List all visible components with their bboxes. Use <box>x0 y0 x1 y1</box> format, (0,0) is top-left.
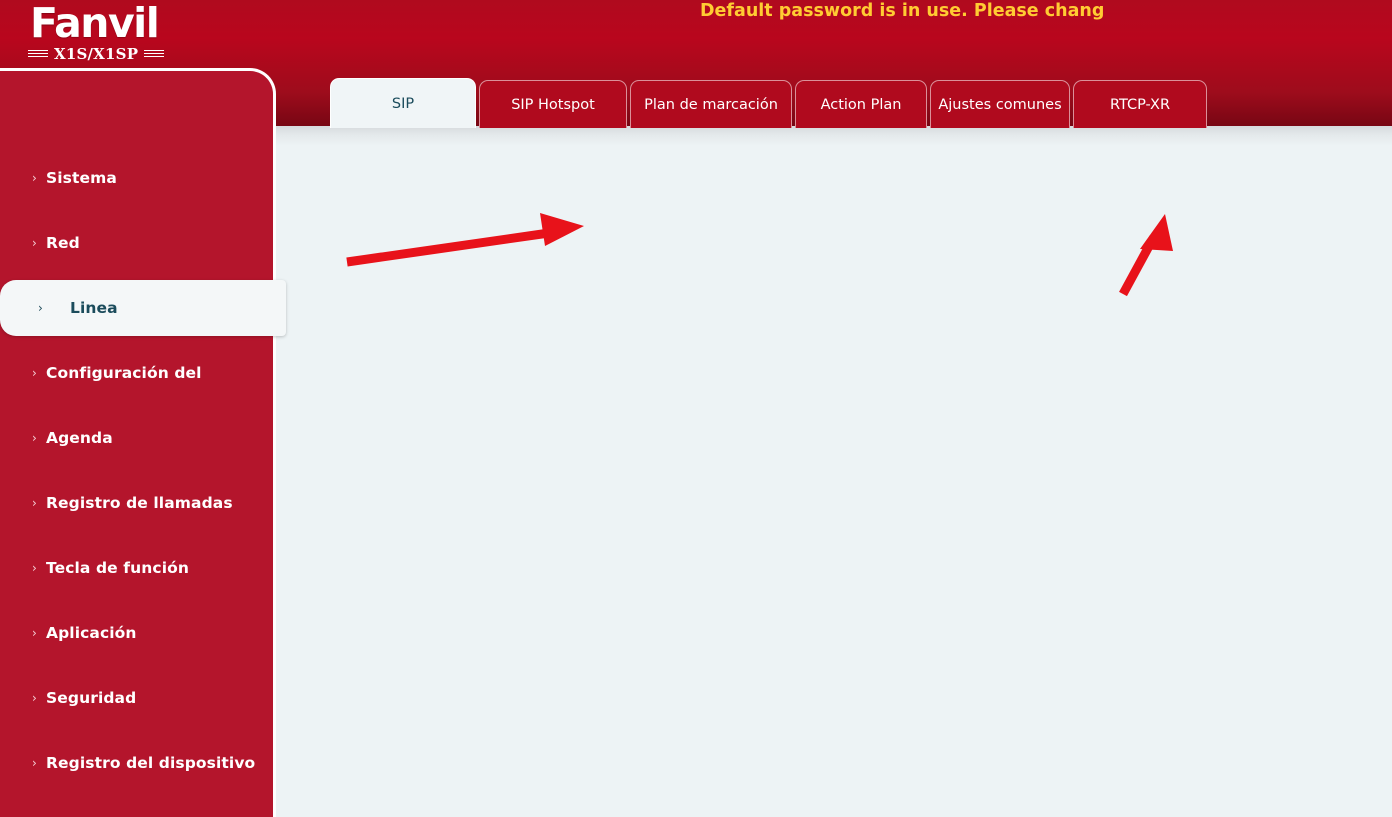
sidebar-item-registro-de-llamadas[interactable]: › Registro de llamadas <box>0 475 276 531</box>
brand-name: Fanvil <box>30 0 160 47</box>
sidebar-item-label: Registro del dispositivo <box>46 754 256 772</box>
chevron-right-icon: › <box>32 561 37 575</box>
sidebar-item-label: Seguridad <box>46 689 137 707</box>
sidebar-item-label: Tecla de función <box>46 559 189 577</box>
sidebar-item-label: Agenda <box>46 429 113 447</box>
tab-rtcp-xr[interactable]: RTCP-XR <box>1073 80 1207 128</box>
tab-label: Plan de marcación <box>644 96 778 113</box>
device-model-label: X1S/X1SP <box>54 45 139 63</box>
chevron-right-icon: › <box>32 691 37 705</box>
chevron-right-icon: › <box>32 366 37 380</box>
chevron-right-icon: › <box>32 431 37 445</box>
chevron-right-icon: › <box>32 756 37 770</box>
sidebar-nav: › Sistema › Red › Linea › Configuración del › Age… <box>0 68 286 817</box>
decorative-bars-left-icon <box>28 49 48 59</box>
brand-logo[interactable]: Fanvil X1S/X1SP <box>14 2 264 63</box>
sidebar-item-sistema[interactable]: › Sistema <box>0 150 276 206</box>
main-content-panel <box>276 126 1392 817</box>
chevron-right-icon: › <box>32 236 37 250</box>
default-password-warning: Default password is in use. Please chang <box>700 1 1105 21</box>
sidebar-item-seguridad[interactable]: › Seguridad <box>0 670 276 726</box>
sidebar-item-label: Aplicación <box>46 624 137 642</box>
tab-plan-de-marcaci-n[interactable]: Plan de marcación <box>630 80 792 128</box>
tab-label: Action Plan <box>820 96 902 113</box>
chevron-right-icon: › <box>38 301 43 315</box>
sidebar-item-label: Configuración del <box>46 364 202 382</box>
sidebar-item-linea[interactable]: › Linea <box>0 280 286 336</box>
sidebar-item-aplicaci-n[interactable]: › Aplicación <box>0 605 276 661</box>
chevron-right-icon: › <box>32 626 37 640</box>
sidebar-item-label: Sistema <box>46 169 117 187</box>
sidebar-item-label: Registro de llamadas <box>46 494 233 512</box>
decorative-bars-right-icon <box>144 49 165 59</box>
tab-sip[interactable]: SIP <box>330 78 476 128</box>
tab-label: SIP Hotspot <box>511 96 595 113</box>
sidebar-item-registro-del-dispositivo[interactable]: › Registro del dispositivo <box>0 735 276 791</box>
tab-ajustes-comunes[interactable]: Ajustes comunes <box>930 80 1070 128</box>
tab-label: Ajustes comunes <box>938 96 1062 113</box>
sidebar-item-label: Red <box>46 234 80 252</box>
chevron-right-icon: › <box>32 496 37 510</box>
tab-label: RTCP-XR <box>1109 96 1171 113</box>
sidebar-item-agenda[interactable]: › Agenda <box>0 410 276 466</box>
device-model: X1S/X1SP <box>14 45 264 63</box>
tab-bar: SIP SIP Hotspot Plan de marcación Action Pl… <box>330 78 1207 128</box>
sidebar-item-tecla-de-funci-n[interactable]: › Tecla de función <box>0 540 276 596</box>
tab-action-plan[interactable]: Action Plan <box>795 80 927 128</box>
sidebar-item-label: Linea <box>70 299 118 317</box>
sidebar-item-red[interactable]: › Red <box>0 215 276 271</box>
tab-underline-strip <box>276 126 1392 146</box>
sidebar-item-configuraci-n-del[interactable]: › Configuración del <box>0 345 276 401</box>
tab-sip-hotspot[interactable]: SIP Hotspot <box>479 80 627 128</box>
chevron-right-icon: › <box>32 171 37 185</box>
tab-label: SIP <box>391 95 415 112</box>
